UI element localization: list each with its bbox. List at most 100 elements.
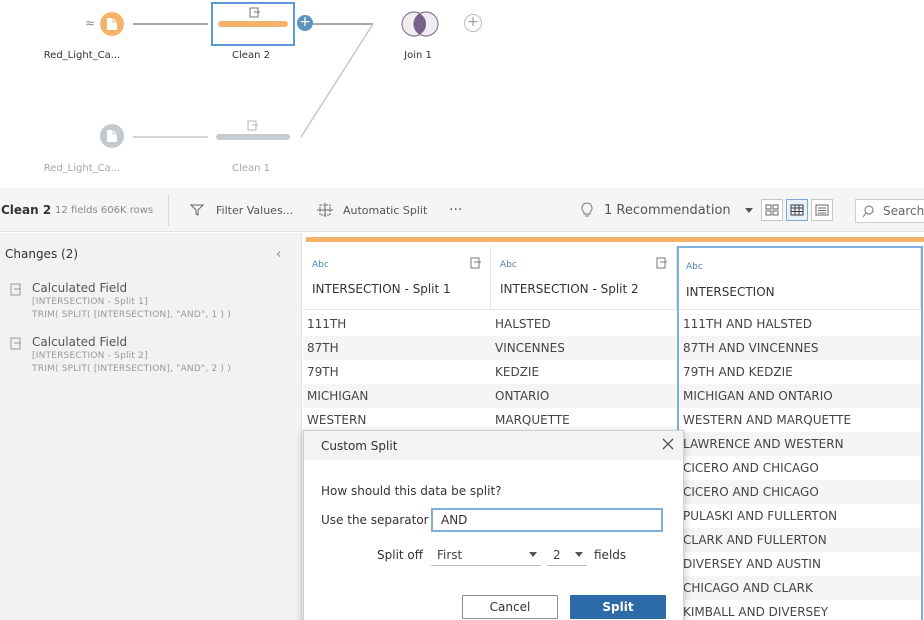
separator-input[interactable]: AND — [431, 508, 663, 532]
column-name: INTERSECTION — [686, 285, 775, 299]
clean2-label: Clean 2 — [232, 50, 270, 61]
list-view-button[interactable] — [811, 199, 833, 221]
clean2-node[interactable] — [211, 2, 295, 46]
clean-step-icon — [247, 120, 258, 131]
more-button[interactable]: ··· — [449, 188, 462, 232]
collapse-panel-button[interactable]: ‹ — [276, 247, 281, 262]
column-header[interactable]: Abc INTERSECTION - Split 2 — [491, 246, 677, 310]
recommendations-button[interactable]: 1 Recommendation — [580, 188, 753, 232]
table-cell[interactable]: HALSTED — [491, 312, 677, 336]
table-cell[interactable]: 79TH AND KEDZIE — [679, 360, 921, 384]
table-cell[interactable]: 111TH — [303, 312, 491, 336]
clean1-label: Clean 1 — [232, 163, 270, 174]
automatic-split-label: Automatic Split — [343, 203, 428, 217]
split-button[interactable]: Split — [570, 595, 666, 619]
field-count-select[interactable]: 2 — [547, 544, 587, 566]
clean2-bar — [218, 21, 288, 27]
step-name: Clean 2 — [1, 203, 52, 217]
column-name: INTERSECTION - Split 2 — [500, 282, 639, 296]
input-top-label: Red_Light_Ca... — [43, 50, 121, 61]
search-icon — [862, 205, 874, 218]
calculated-field-icon — [10, 283, 21, 296]
chevron-down-icon — [744, 207, 753, 213]
calculated-field-icon — [10, 337, 21, 350]
type-label: Abc — [500, 260, 517, 270]
split-off-select[interactable]: First — [431, 544, 541, 566]
table-cell[interactable]: KEDZIE — [491, 360, 677, 384]
table-cell[interactable]: WESTERN AND MARQUETTE — [679, 408, 921, 432]
filter-values-button[interactable]: Filter Values... — [190, 188, 293, 232]
join-label: Join 1 — [404, 50, 432, 61]
search-input[interactable]: Search — [855, 199, 924, 223]
table-cell[interactable]: KIMBALL AND DIVERSEY — [679, 600, 921, 620]
column-header[interactable]: Abc INTERSECTION — [679, 248, 921, 310]
change-item[interactable]: Calculated Field [INTERSECTION - Split 1… — [6, 281, 296, 331]
lightbulb-icon — [581, 202, 593, 217]
chevron-down-icon — [575, 552, 583, 557]
change-name: Calculated Field — [32, 335, 128, 349]
table-cell[interactable]: ONTARIO — [491, 384, 677, 408]
cancel-button[interactable]: Cancel — [462, 595, 558, 619]
dialog-header: Custom Split — [304, 431, 683, 460]
clean1-bar — [216, 134, 290, 140]
change-formula: TRIM( SPLIT( [INTERSECTION], "AND", 2 ) … — [32, 364, 231, 374]
divider — [168, 194, 169, 226]
flow-connectors — [133, 23, 374, 138]
join-node[interactable] — [400, 10, 440, 38]
input-bottom-label: Red_Light_Ca... — [43, 163, 121, 174]
table-cell[interactable]: DIVERSEY AND AUSTIN — [679, 552, 921, 576]
fields-label: fields — [594, 548, 627, 562]
table-cell[interactable]: LAWRENCE AND WESTERN — [679, 432, 921, 456]
table-cell[interactable]: MICHIGAN AND ONTARIO — [679, 384, 921, 408]
step-color-bar — [306, 237, 924, 242]
profile-toolbar: Clean 2 12 fields 606K rows Filter Value… — [0, 188, 924, 232]
close-icon[interactable] — [661, 437, 675, 451]
split-icon — [317, 203, 333, 217]
grid-view-button[interactable] — [786, 199, 808, 221]
edit-icon[interactable] — [656, 257, 668, 269]
dialog-question: How should this data be split? — [321, 484, 502, 498]
list-view-icon — [815, 204, 829, 216]
custom-split-dialog: Custom Split How should this data be spl… — [303, 430, 684, 620]
table-cell[interactable]: 79TH — [303, 360, 491, 384]
step-meta: 12 fields 606K rows — [55, 204, 154, 216]
column-header[interactable]: Abc INTERSECTION - Split 1 — [303, 246, 491, 310]
table-cell[interactable]: 87TH — [303, 336, 491, 360]
table-cell[interactable]: CHICAGO AND CLARK — [679, 576, 921, 600]
split-off-label: Split off — [377, 548, 424, 562]
table-cell[interactable]: CICERO AND CHICAGO — [679, 456, 921, 480]
table-cell[interactable]: MICHIGAN — [303, 384, 491, 408]
table-cell[interactable]: 111TH AND HALSTED — [679, 312, 921, 336]
change-item[interactable]: Calculated Field [INTERSECTION - Split 2… — [6, 335, 296, 385]
filter-values-label: Filter Values... — [216, 203, 294, 217]
flow-canvas: ≈ Red_Light_Ca... + Clean 2 Join 1 + Red… — [0, 0, 924, 188]
search-placeholder: Search — [883, 204, 924, 218]
add-step-button[interactable]: + — [297, 15, 313, 31]
clean-step-icon — [249, 7, 260, 18]
change-name: Calculated Field — [32, 281, 128, 295]
type-label: Abc — [312, 260, 329, 270]
clean1-node[interactable] — [211, 116, 295, 160]
automatic-split-button[interactable]: Automatic Split — [316, 188, 427, 232]
column-intersection[interactable]: Abc INTERSECTION 111TH AND HALSTED 87TH A… — [677, 246, 923, 620]
add-node-button[interactable]: + — [464, 14, 482, 32]
table-cell[interactable]: CLARK AND FULLERTON — [679, 528, 921, 552]
field-count-value: 2 — [553, 548, 561, 562]
sparkle-icon: ≈ — [85, 16, 96, 30]
cards-view-button[interactable] — [761, 199, 783, 221]
edit-icon[interactable] — [470, 257, 482, 269]
cards-view-icon — [765, 204, 779, 216]
table-cell[interactable]: CICERO AND CHICAGO — [679, 480, 921, 504]
split-off-value: First — [437, 548, 463, 562]
table-cell[interactable]: PULASKI AND FULLERTON — [679, 504, 921, 528]
file-icon — [100, 124, 124, 148]
table-cell[interactable]: MARQUETTE — [491, 408, 677, 432]
changes-title: Changes (2) — [5, 247, 79, 261]
type-label: Abc — [686, 262, 703, 272]
table-cell[interactable]: VINCENNES — [491, 336, 677, 360]
dialog-title: Custom Split — [321, 439, 398, 453]
change-formula: TRIM( SPLIT( [INTERSECTION], "AND", 1 ) … — [32, 310, 231, 320]
changes-panel: Changes (2) ‹ Calculated Field [INTERSEC… — [0, 233, 302, 620]
table-cell[interactable]: 87TH AND VINCENNES — [679, 336, 921, 360]
table-cell[interactable]: WESTERN — [303, 408, 491, 432]
